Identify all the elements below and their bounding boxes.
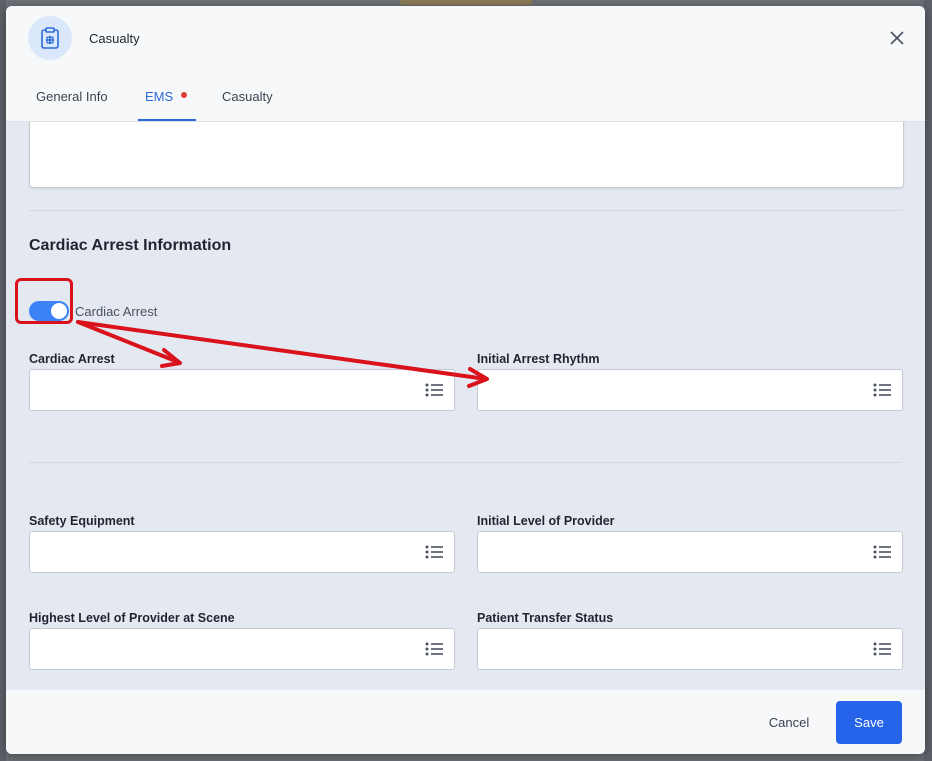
list-icon: [873, 383, 891, 397]
field-label-patient-transfer-status: Patient Transfer Status: [477, 611, 614, 625]
toggle-knob: [51, 303, 67, 319]
unsaved-indicator-dot: [181, 92, 188, 98]
list-icon: [425, 545, 443, 559]
highest-level-of-provider-select[interactable]: [29, 628, 455, 670]
section-title: Cardiac Arrest Information: [29, 237, 232, 254]
field-label-initial-arrest-rhythm: Initial Arrest Rhythm: [477, 352, 600, 366]
field-label-highest-level-of-provider: Highest Level of Provider at Scene: [29, 611, 235, 625]
patient-transfer-status-select[interactable]: [477, 628, 903, 670]
close-button[interactable]: [887, 28, 907, 48]
close-icon: [890, 31, 904, 45]
cancel-button[interactable]: Cancel: [754, 708, 824, 736]
list-icon: [425, 642, 443, 656]
field-label-safety-equipment: Safety Equipment: [29, 514, 135, 528]
tab-label: EMS: [145, 89, 174, 104]
modal-footer: Cancel Save: [6, 690, 925, 754]
tab-label: General Info: [36, 89, 108, 104]
toggle-label: Cardiac Arrest: [75, 304, 158, 319]
cardiac-arrest-select[interactable]: [29, 369, 455, 411]
notes-textarea[interactable]: [29, 122, 904, 188]
backdrop-right: [924, 0, 932, 761]
modal-header: Casualty: [6, 6, 925, 72]
initial-level-of-provider-select[interactable]: [477, 531, 903, 573]
tab-general-info[interactable]: General Info: [36, 71, 108, 121]
initial-arrest-rhythm-select[interactable]: [477, 369, 903, 411]
backdrop-badge: [400, 0, 532, 5]
list-icon: [873, 545, 891, 559]
field-label-initial-level-of-provider: Initial Level of Provider: [477, 514, 615, 528]
tab-casualty[interactable]: Casualty: [222, 71, 273, 121]
section-divider: [29, 462, 902, 463]
save-button[interactable]: Save: [836, 701, 902, 744]
form-content: Cardiac Arrest Information Cardiac Arres…: [6, 122, 925, 690]
section-divider: [29, 210, 902, 211]
list-icon: [425, 383, 443, 397]
casualty-modal: Casualty General Info EMS Casualty Cardi…: [6, 6, 925, 754]
tab-ems[interactable]: EMS: [137, 71, 197, 121]
safety-equipment-select[interactable]: [29, 531, 455, 573]
clipboard-medical-icon: [28, 16, 72, 60]
cardiac-arrest-toggle[interactable]: [29, 301, 69, 321]
list-icon: [873, 642, 891, 656]
modal-title: Casualty: [89, 31, 140, 46]
field-label-cardiac-arrest: Cardiac Arrest: [29, 352, 115, 366]
tab-bar: General Info EMS Casualty: [6, 71, 925, 122]
tab-label: Casualty: [222, 89, 273, 104]
